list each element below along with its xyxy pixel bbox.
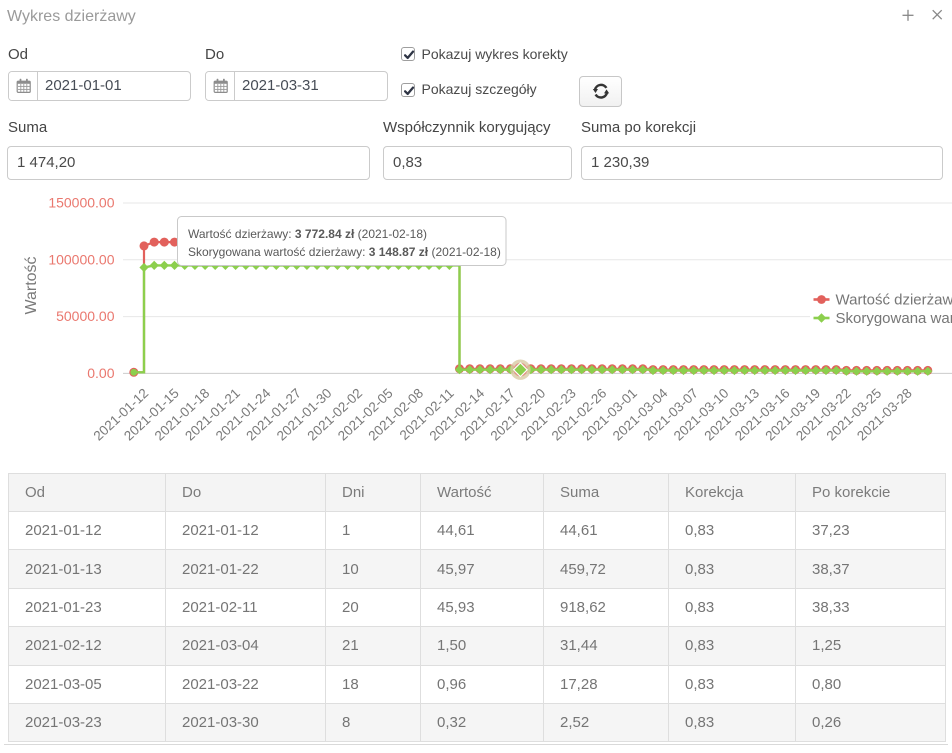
svg-text:Skorygowana wartość dzierżawy: Skorygowana wartość dzierżawy [836, 310, 952, 327]
svg-text:Wartość dzierżawy: 3 772.84 zł: Wartość dzierżawy: 3 772.84 zł (2021-02-… [188, 227, 427, 241]
svg-text:100000.00: 100000.00 [48, 251, 114, 267]
svg-text:150000.00: 150000.00 [48, 195, 114, 211]
svg-text:Wartość: Wartość [23, 256, 40, 314]
svg-text:50000.00: 50000.00 [56, 308, 115, 324]
svg-text:0.00: 0.00 [87, 365, 114, 381]
svg-text:Wartość dzierżawy: Wartość dzierżawy [836, 291, 952, 308]
svg-text:Skorygowana wartość dzierżawy:: Skorygowana wartość dzierżawy: 3 148.87 … [188, 245, 501, 259]
